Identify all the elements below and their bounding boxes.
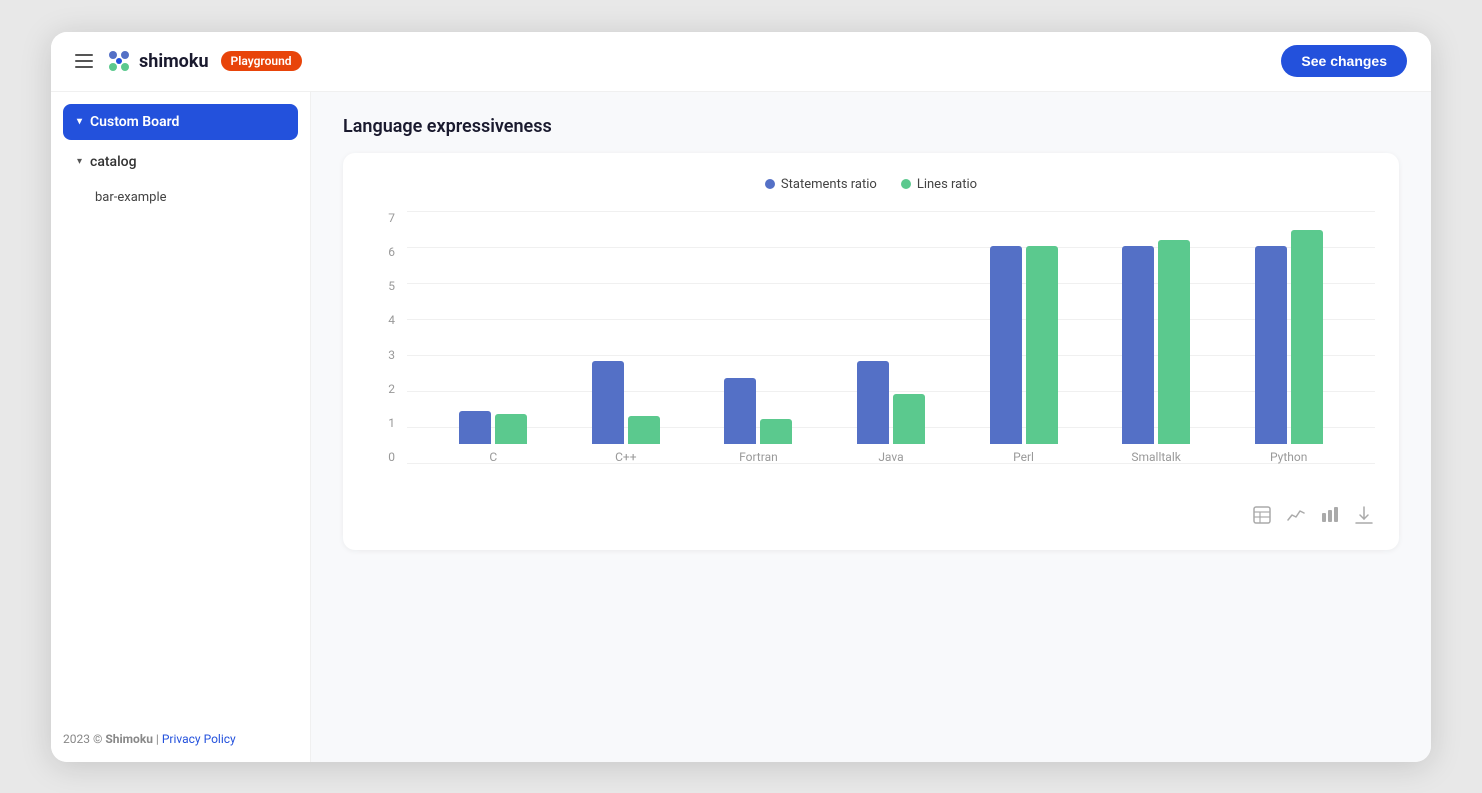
bar-group-smalltalk: Smalltalk [1122, 240, 1190, 464]
bar-cpp-lines [628, 416, 660, 444]
x-label-perl: Perl [1013, 450, 1034, 464]
bar-python-statements [1255, 246, 1287, 443]
logo: shimoku [105, 47, 209, 75]
legend-lines-label: Lines ratio [917, 177, 977, 192]
bar-smalltalk-statements [1122, 246, 1154, 443]
bar-c-lines [495, 414, 527, 444]
legend-dot-green [901, 179, 911, 189]
bar-perl-statements [990, 246, 1022, 443]
bar-fortran-statements [724, 378, 756, 444]
chart-title: Language expressiveness [343, 116, 1399, 137]
hamburger-button[interactable] [75, 54, 93, 68]
legend-lines: Lines ratio [901, 177, 977, 192]
bar-perl-lines [1026, 246, 1058, 443]
chevron-down-icon: ▾ [77, 116, 82, 127]
bar-c-statements [459, 411, 491, 444]
chart-card: Statements ratio Lines ratio 0 1 2 3 [343, 153, 1399, 550]
y-label-3: 3 [367, 349, 395, 361]
sidebar-footer: 2023 © Shimoku | Privacy Policy [63, 716, 298, 750]
x-label-fortran: Fortran [739, 450, 778, 464]
bar-smalltalk-lines [1158, 240, 1190, 444]
bar-group-cpp: C++ [592, 361, 660, 463]
legend-dot-blue [765, 179, 775, 189]
logo-text: shimoku [139, 51, 209, 72]
bar-chart-area: 0 1 2 3 4 5 6 7 [367, 212, 1375, 492]
sidebar-item-catalog[interactable]: ▾ catalog [63, 146, 298, 178]
download-icon[interactable] [1353, 504, 1375, 526]
chart-toolbar [367, 504, 1375, 526]
custom-board-label: Custom Board [90, 114, 179, 130]
catalog-label: catalog [90, 154, 137, 170]
y-axis-labels: 0 1 2 3 4 5 6 7 [367, 212, 395, 464]
y-label-2: 2 [367, 383, 395, 395]
y-label-1: 1 [367, 417, 395, 429]
bar-group-perl: Perl [990, 246, 1058, 463]
bar-pair-python [1255, 230, 1323, 444]
x-label-smalltalk: Smalltalk [1131, 450, 1180, 464]
y-label-0: 0 [367, 451, 395, 463]
y-label-5: 5 [367, 280, 395, 292]
playground-badge: Playground [221, 51, 302, 71]
bar-pair-smalltalk [1122, 240, 1190, 444]
bar-pair-cpp [592, 361, 660, 443]
sidebar-item-custom-board[interactable]: ▾ Custom Board [63, 104, 298, 140]
bar-java-statements [857, 361, 889, 443]
footer-brand: Shimoku [105, 732, 153, 746]
x-label-cpp: C++ [615, 450, 636, 464]
x-label-java: Java [878, 450, 903, 464]
legend-statements-label: Statements ratio [781, 177, 877, 192]
bar-pair-java [857, 361, 925, 443]
footer-separator: | [153, 732, 162, 746]
privacy-policy-link[interactable]: Privacy Policy [162, 732, 236, 746]
line-chart-icon[interactable] [1285, 504, 1307, 526]
see-changes-button[interactable]: See changes [1281, 45, 1407, 77]
legend-statements: Statements ratio [765, 177, 877, 192]
y-label-6: 6 [367, 246, 395, 258]
bar-pair-perl [990, 246, 1058, 443]
bar-pair-fortran [724, 378, 792, 444]
bar-group-java: Java [857, 361, 925, 463]
bar-example-label: bar-example [95, 190, 167, 205]
header: shimoku Playground See changes [51, 32, 1431, 92]
x-label-python: Python [1270, 450, 1307, 464]
sidebar-item-bar-example[interactable]: bar-example [63, 182, 298, 213]
y-label-4: 4 [367, 314, 395, 326]
bar-pair-c [459, 411, 527, 444]
bars-container: C C++ [407, 212, 1375, 464]
sidebar: ▾ Custom Board ▾ catalog bar-example 202… [51, 92, 311, 762]
bar-cpp-statements [592, 361, 624, 443]
chevron-down-icon: ▾ [77, 156, 82, 167]
table-icon[interactable] [1251, 504, 1273, 526]
main-content: Language expressiveness Statements ratio… [311, 92, 1431, 762]
app-window: shimoku Playground See changes ▾ Custom … [51, 32, 1431, 762]
y-label-7: 7 [367, 212, 395, 224]
bar-group-c: C [459, 411, 527, 464]
shimoku-logo-icon [105, 47, 133, 75]
header-left: shimoku Playground [75, 47, 302, 75]
bar-java-lines [893, 394, 925, 443]
x-label-c: C [489, 450, 497, 464]
bar-fortran-lines [760, 419, 792, 444]
chart-grid-and-bars: C C++ [407, 212, 1375, 464]
chart-legend: Statements ratio Lines ratio [367, 177, 1375, 192]
bar-chart-icon[interactable] [1319, 504, 1341, 526]
bar-group-fortran: Fortran [724, 378, 792, 464]
bar-python-lines [1291, 230, 1323, 444]
body: ▾ Custom Board ▾ catalog bar-example 202… [51, 92, 1431, 762]
bar-group-python: Python [1255, 230, 1323, 464]
footer-year: 2023 © [63, 732, 105, 746]
